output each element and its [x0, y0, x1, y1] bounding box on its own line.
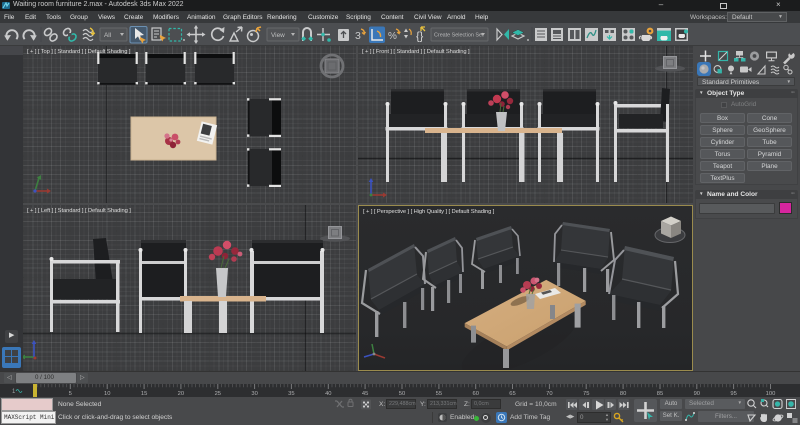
svg-text:3: 3: [355, 30, 361, 42]
svg-text:1: 1: [12, 389, 16, 395]
svg-text:%: %: [388, 31, 397, 42]
svg-text:{}: {}: [416, 31, 424, 43]
svg-text:All: All: [104, 32, 111, 39]
svg-text:View: View: [271, 32, 285, 39]
svg-text:Create Selection Set: Create Selection Set: [434, 33, 484, 39]
